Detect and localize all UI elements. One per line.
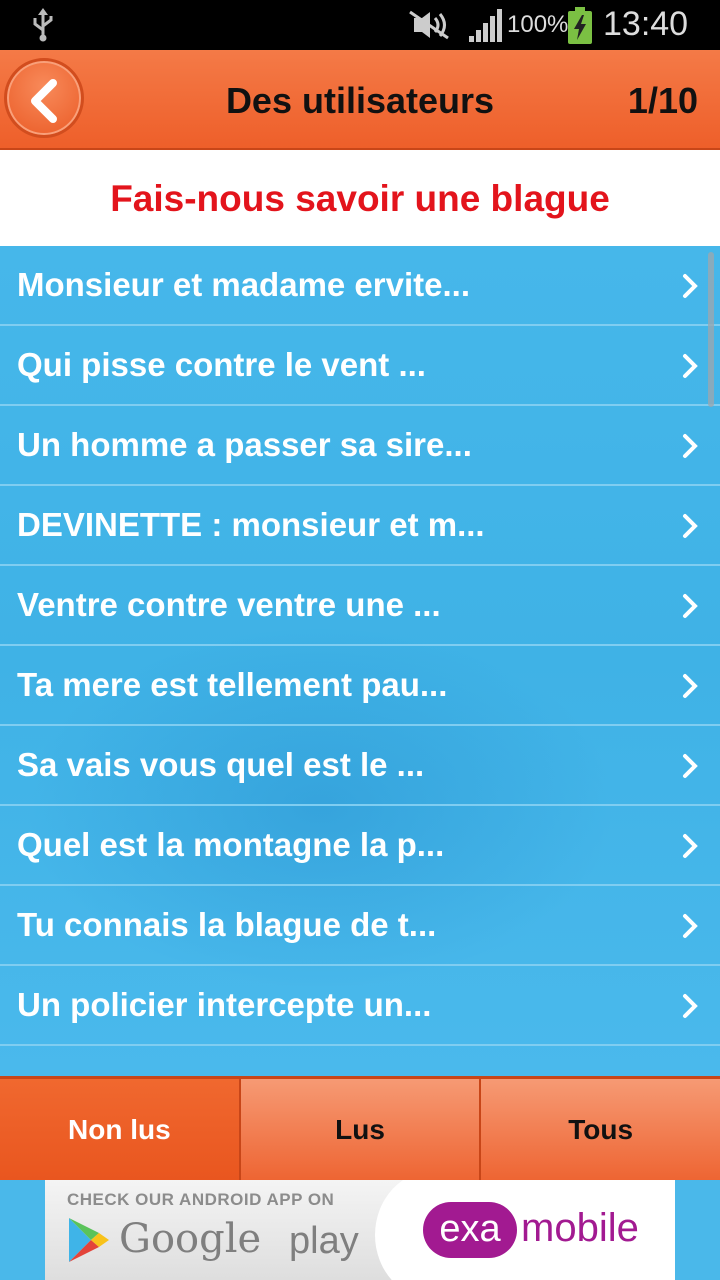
app-header: Des utilisateurs 1/10: [0, 50, 720, 150]
filter-tabs: Non lus Lus Tous: [0, 1076, 720, 1180]
chevron-right-icon: [683, 674, 698, 698]
chevron-right-icon: [683, 594, 698, 618]
page-counter: 1/10: [627, 80, 698, 121]
joke-title: Monsieur et madame ervite...: [17, 266, 470, 303]
list-item[interactable]: Tu connais la blague de t...: [0, 886, 720, 966]
status-bar: 100% 13:40: [0, 0, 720, 50]
list-item[interactable]: Monsieur et madame ervite...: [0, 246, 720, 326]
joke-title: Quel est la montagne la p...: [17, 826, 445, 863]
list-item[interactable]: DEVINETTE : monsieur et m...: [0, 486, 720, 566]
exa-logo: exa: [423, 1202, 517, 1258]
google-play-badge: CHECK OUR ANDROID APP ON Google play: [45, 1180, 425, 1280]
chevron-right-icon: [683, 754, 698, 778]
tab-lus[interactable]: Lus: [240, 1079, 482, 1180]
chevron-right-icon: [683, 434, 698, 458]
submit-joke-text[interactable]: Fais-nous savoir une blague: [110, 178, 610, 220]
page-title: Des utilisateurs: [225, 80, 495, 121]
clock: 13:40: [603, 5, 689, 43]
usb-icon: [30, 8, 56, 47]
joke-title: Ventre contre ventre une ...: [17, 586, 441, 623]
battery-percent: 100%: [507, 11, 569, 38]
ad-banner[interactable]: CHECK OUR ANDROID APP ON Google play exa…: [45, 1180, 675, 1280]
joke-title: Un policier intercepte un...: [17, 986, 432, 1023]
chevron-right-icon: [683, 354, 698, 378]
list-item[interactable]: Sa vais vous quel est le ...: [0, 726, 720, 806]
ad-area: CHECK OUR ANDROID APP ON Google play exa…: [0, 1180, 720, 1280]
mute-icon: [408, 10, 452, 45]
chevron-right-icon: [683, 994, 698, 1018]
exa-mobile-text: mobile: [521, 1206, 639, 1250]
joke-title: Tu connais la blague de t...: [17, 906, 437, 943]
signal-icon: [468, 8, 504, 49]
joke-title: Ta mere est tellement pau...: [17, 666, 448, 703]
joke-title: Qui pisse contre le vent ...: [17, 346, 426, 383]
list-item[interactable]: Un policier intercepte un...: [0, 966, 720, 1046]
list-item[interactable]: Ventre contre ventre une ...: [0, 566, 720, 646]
joke-title: DEVINETTE : monsieur et m...: [17, 506, 485, 543]
battery-charging-icon: [566, 7, 594, 50]
chevron-right-icon: [683, 834, 698, 858]
chevron-right-icon: [683, 914, 698, 938]
google-play-icon: [69, 1218, 109, 1262]
chevron-right-icon: [683, 274, 698, 298]
list-item[interactable]: Qui pisse contre le vent ...: [0, 326, 720, 406]
ad-google-text: Google: [119, 1216, 262, 1262]
tab-non-lus[interactable]: Non lus: [0, 1079, 241, 1180]
list-item[interactable]: Quel est la montagne la p...: [0, 806, 720, 886]
tab-tous[interactable]: Tous: [481, 1079, 720, 1180]
joke-title: Un homme a passer sa sire...: [17, 426, 472, 463]
list-item[interactable]: Un homme a passer sa sire...: [0, 406, 720, 486]
joke-title: Sa vais vous quel est le ...: [17, 746, 425, 783]
ad-caption: CHECK OUR ANDROID APP ON: [67, 1190, 335, 1209]
chevron-right-icon: [683, 514, 698, 538]
ad-play-text: play: [289, 1220, 359, 1262]
scrollbar[interactable]: [708, 252, 714, 407]
joke-list[interactable]: Monsieur et madame ervite... Qui pisse c…: [0, 246, 720, 1076]
submit-joke-banner[interactable]: Fais-nous savoir une blague: [0, 150, 720, 246]
list-item[interactable]: Ta mere est tellement pau...: [0, 646, 720, 726]
